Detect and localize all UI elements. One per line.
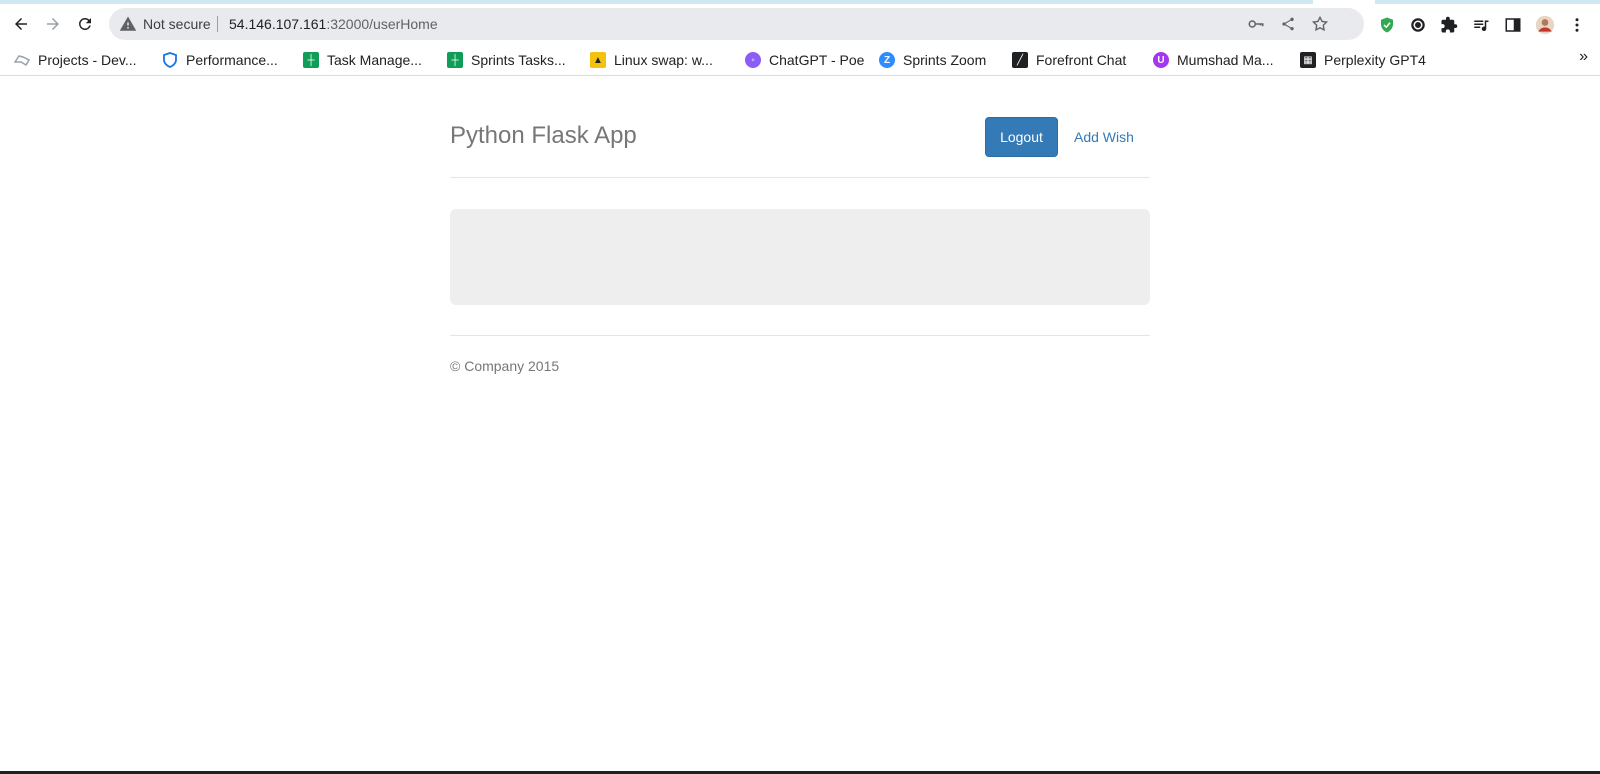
sheets-icon: ┼: [303, 52, 319, 68]
grid-icon: ▦: [1300, 52, 1316, 68]
bookmark-label: Performance...: [186, 52, 278, 68]
bookmark-item[interactable]: ┼ Task Manage...: [303, 48, 422, 72]
shield-extension-icon[interactable]: [1376, 14, 1398, 36]
kebab-menu-icon[interactable]: [1566, 14, 1588, 36]
browser-toolbar: Not secure 54.146.107.161:32000/userHome: [0, 4, 1600, 44]
forward-button[interactable]: [37, 8, 69, 40]
omnibox-separator: [217, 16, 218, 32]
udemy-icon: U: [1153, 52, 1169, 68]
bookmarks-overflow-button[interactable]: »: [1579, 48, 1588, 66]
forefront-icon: ╱: [1012, 52, 1028, 68]
bookmark-label: Projects - Dev...: [38, 52, 137, 68]
arrow-left-icon: [15, 18, 27, 30]
bookmark-label: Sprints Zoom: [903, 52, 987, 68]
bookmark-item[interactable]: Performance...: [162, 48, 278, 72]
bookmark-item[interactable]: ╱ Forefront Chat: [1012, 48, 1126, 72]
add-wish-link[interactable]: Add Wish: [1074, 129, 1134, 145]
security-label[interactable]: Not secure: [143, 16, 211, 32]
bookmark-item[interactable]: ┼ Sprints Tasks...: [447, 48, 566, 72]
star-icon[interactable]: [1310, 14, 1330, 34]
logout-button[interactable]: Logout: [985, 117, 1058, 157]
url-path: :32000/userHome: [326, 16, 438, 32]
jumbotron: [450, 209, 1150, 305]
bookmark-item[interactable]: ◦ ChatGPT - Poe: [745, 48, 864, 72]
url-text[interactable]: 54.146.107.161:32000/userHome: [229, 16, 438, 32]
bookmark-item[interactable]: ▦ Perplexity GPT4: [1300, 48, 1426, 72]
azure-devops-icon: [14, 52, 30, 68]
key-icon[interactable]: [1246, 14, 1266, 34]
bookmark-label: Mumshad Ma...: [1177, 52, 1274, 68]
page-viewport: Python Flask App Logout Add Wish © Compa…: [0, 77, 1600, 769]
sheets-icon: ┼: [447, 52, 463, 68]
bookmark-label: Forefront Chat: [1036, 52, 1127, 68]
bookmark-item[interactable]: ▲ Linux swap: w...: [590, 48, 713, 72]
footer-copyright: © Company 2015: [450, 358, 560, 374]
warning-icon[interactable]: [119, 15, 137, 33]
bookmark-item[interactable]: Projects - Dev...: [14, 48, 137, 72]
bookmarks-bar: Projects - Dev... Performance... ┼ Task …: [0, 44, 1600, 76]
bookmark-label: Perplexity GPT4: [1324, 52, 1426, 68]
linux-tux-icon: ▲: [590, 52, 606, 68]
puzzle-icon[interactable]: [1438, 14, 1460, 36]
app-header: Python Flask App Logout Add Wish: [450, 77, 1150, 178]
bookmark-label: ChatGPT - Poe: [769, 52, 865, 68]
address-bar[interactable]: Not secure 54.146.107.161:32000/userHome: [109, 8, 1364, 40]
app-brand: Python Flask App: [450, 122, 637, 149]
bookmark-label: Sprints Tasks...: [471, 52, 566, 68]
bookmark-label: Linux swap: w...: [614, 52, 713, 68]
zoom-icon: Z: [879, 52, 895, 68]
poe-icon: ◦: [745, 52, 761, 68]
reload-button[interactable]: [69, 8, 101, 40]
bookmark-item[interactable]: Z Sprints Zoom: [879, 48, 986, 72]
reload-icon: [79, 17, 91, 30]
arrow-right-icon: [47, 18, 59, 30]
profile-avatar-icon[interactable]: [1534, 14, 1556, 36]
share-icon[interactable]: [1278, 14, 1298, 34]
extension-circle-icon[interactable]: [1407, 14, 1429, 36]
url-host: 54.146.107.161: [229, 16, 327, 32]
bookmark-label: Task Manage...: [327, 52, 422, 68]
footer: © Company 2015: [450, 335, 1150, 374]
side-panel-icon[interactable]: [1502, 14, 1524, 36]
media-queue-icon[interactable]: [1470, 14, 1492, 36]
bookmark-item[interactable]: U Mumshad Ma...: [1153, 48, 1273, 72]
back-button[interactable]: [5, 8, 37, 40]
shield-logo-icon: [162, 52, 178, 68]
content-container: Python Flask App Logout Add Wish © Compa…: [450, 77, 1150, 374]
